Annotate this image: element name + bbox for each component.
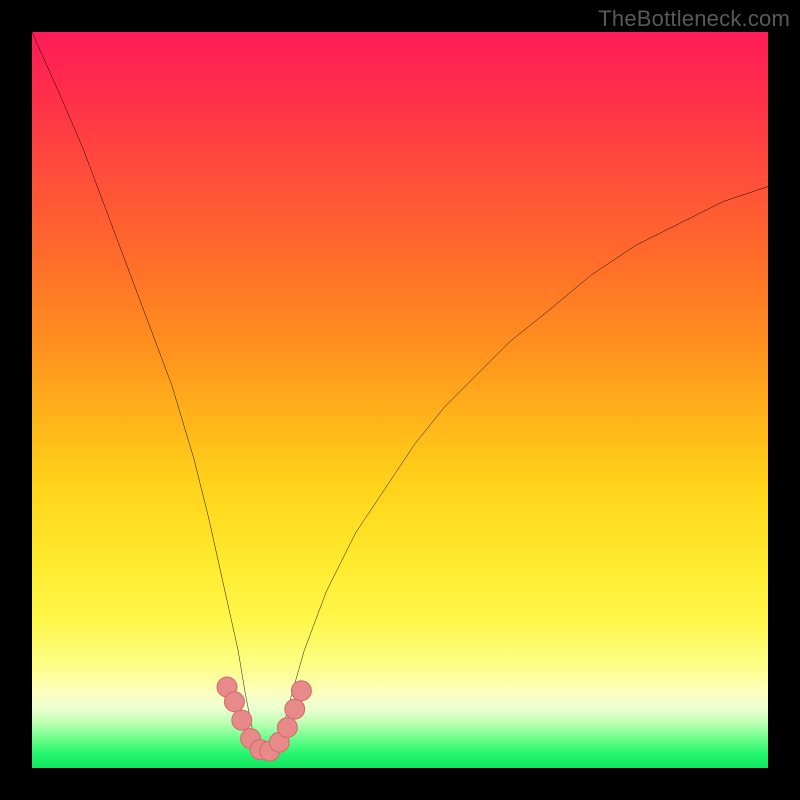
watermark-text: TheBottleneck.com — [598, 6, 790, 32]
bottleneck-curve — [32, 32, 768, 761]
curve-layer — [32, 32, 768, 768]
chart-frame: TheBottleneck.com — [0, 0, 800, 800]
plot-area — [32, 32, 768, 768]
threshold-dot — [232, 710, 252, 730]
threshold-dot — [291, 681, 311, 701]
threshold-markers — [217, 677, 311, 761]
threshold-dot — [224, 692, 244, 712]
threshold-dot — [285, 699, 305, 719]
threshold-dot — [277, 718, 297, 738]
